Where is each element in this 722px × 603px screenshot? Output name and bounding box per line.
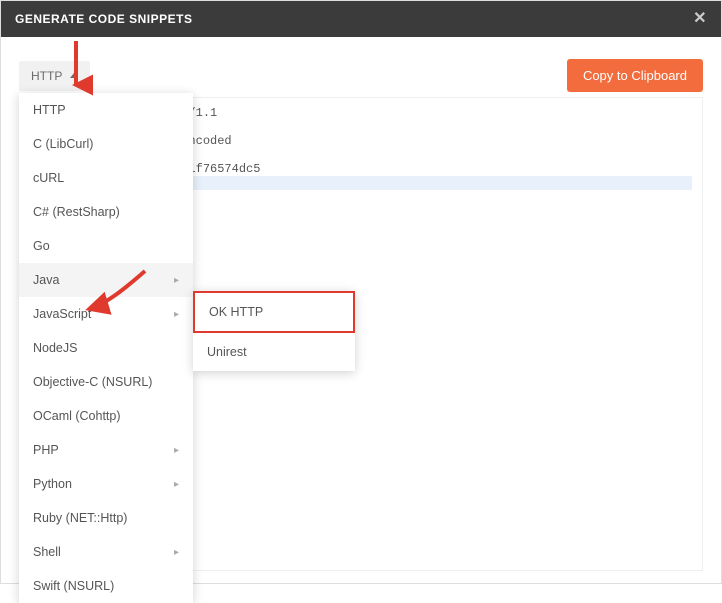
language-option[interactable]: Ruby (NET::Http) (19, 501, 193, 535)
language-dropdown-label: HTTP (31, 69, 62, 83)
language-option-label: Java (33, 273, 59, 287)
language-option-label: Python (33, 477, 72, 491)
language-option-label: C (LibCurl) (33, 137, 93, 151)
chevron-right-icon: ▸ (174, 547, 179, 558)
language-option[interactable]: Go (19, 229, 193, 263)
language-option-label: C# (RestSharp) (33, 205, 120, 219)
language-option-label: JavaScript (33, 307, 91, 321)
language-option-label: Ruby (NET::Http) (33, 511, 127, 525)
language-option[interactable]: OCaml (Cohttp) (19, 399, 193, 433)
language-option[interactable]: C# (RestSharp) (19, 195, 193, 229)
chevron-right-icon: ▸ (174, 445, 179, 456)
language-option[interactable]: Swift (NSURL) (19, 569, 193, 603)
modal-body: HTTP Copy to Clipboard annelContList.jsp… (1, 37, 721, 583)
language-option[interactable]: cURL (19, 161, 193, 195)
language-option-label: OCaml (Cohttp) (33, 409, 121, 423)
toolbar: HTTP Copy to Clipboard (19, 59, 703, 92)
language-option[interactable]: Objective-C (NSURL) (19, 365, 193, 399)
language-option[interactable]: Python ▸ (19, 467, 193, 501)
language-option-label: NodeJS (33, 341, 77, 355)
language-option[interactable]: HTTP (19, 93, 193, 127)
language-option-label: cURL (33, 171, 64, 185)
language-option[interactable]: PHP ▸ (19, 433, 193, 467)
generate-code-modal: GENERATE CODE SNIPPETS ✕ HTTP Copy to Cl… (0, 0, 722, 584)
language-option-label: Objective-C (NSURL) (33, 375, 152, 389)
chevron-right-icon: ▸ (174, 309, 179, 320)
language-option[interactable]: NodeJS (19, 331, 193, 365)
java-submenu: OK HTTPUnirest (193, 291, 355, 371)
language-option-label: Swift (NSURL) (33, 579, 114, 593)
chevron-right-icon: ▸ (174, 275, 179, 286)
language-dropdown-menu: HTTP C (LibCurl) cURL C# (RestSharp) Go Java ▸… (19, 93, 193, 603)
chevron-right-icon: ▸ (174, 479, 179, 490)
modal-title: GENERATE CODE SNIPPETS (15, 12, 192, 26)
language-option[interactable]: Shell ▸ (19, 535, 193, 569)
language-option-label: HTTP (33, 103, 66, 117)
language-dropdown-button[interactable]: HTTP (19, 61, 90, 91)
close-icon[interactable]: ✕ (693, 11, 707, 27)
language-option-label: Shell (33, 545, 61, 559)
language-option[interactable]: C (LibCurl) (19, 127, 193, 161)
language-option-label: PHP (33, 443, 59, 457)
language-option-label: Go (33, 239, 50, 253)
modal-header: GENERATE CODE SNIPPETS ✕ (1, 1, 721, 37)
caret-up-icon (70, 73, 78, 78)
language-option[interactable]: Java ▸ (19, 263, 193, 297)
submenu-option[interactable]: Unirest (193, 333, 355, 371)
language-option[interactable]: JavaScript ▸ (19, 297, 193, 331)
submenu-option[interactable]: OK HTTP (193, 291, 355, 333)
copy-to-clipboard-button[interactable]: Copy to Clipboard (567, 59, 703, 92)
